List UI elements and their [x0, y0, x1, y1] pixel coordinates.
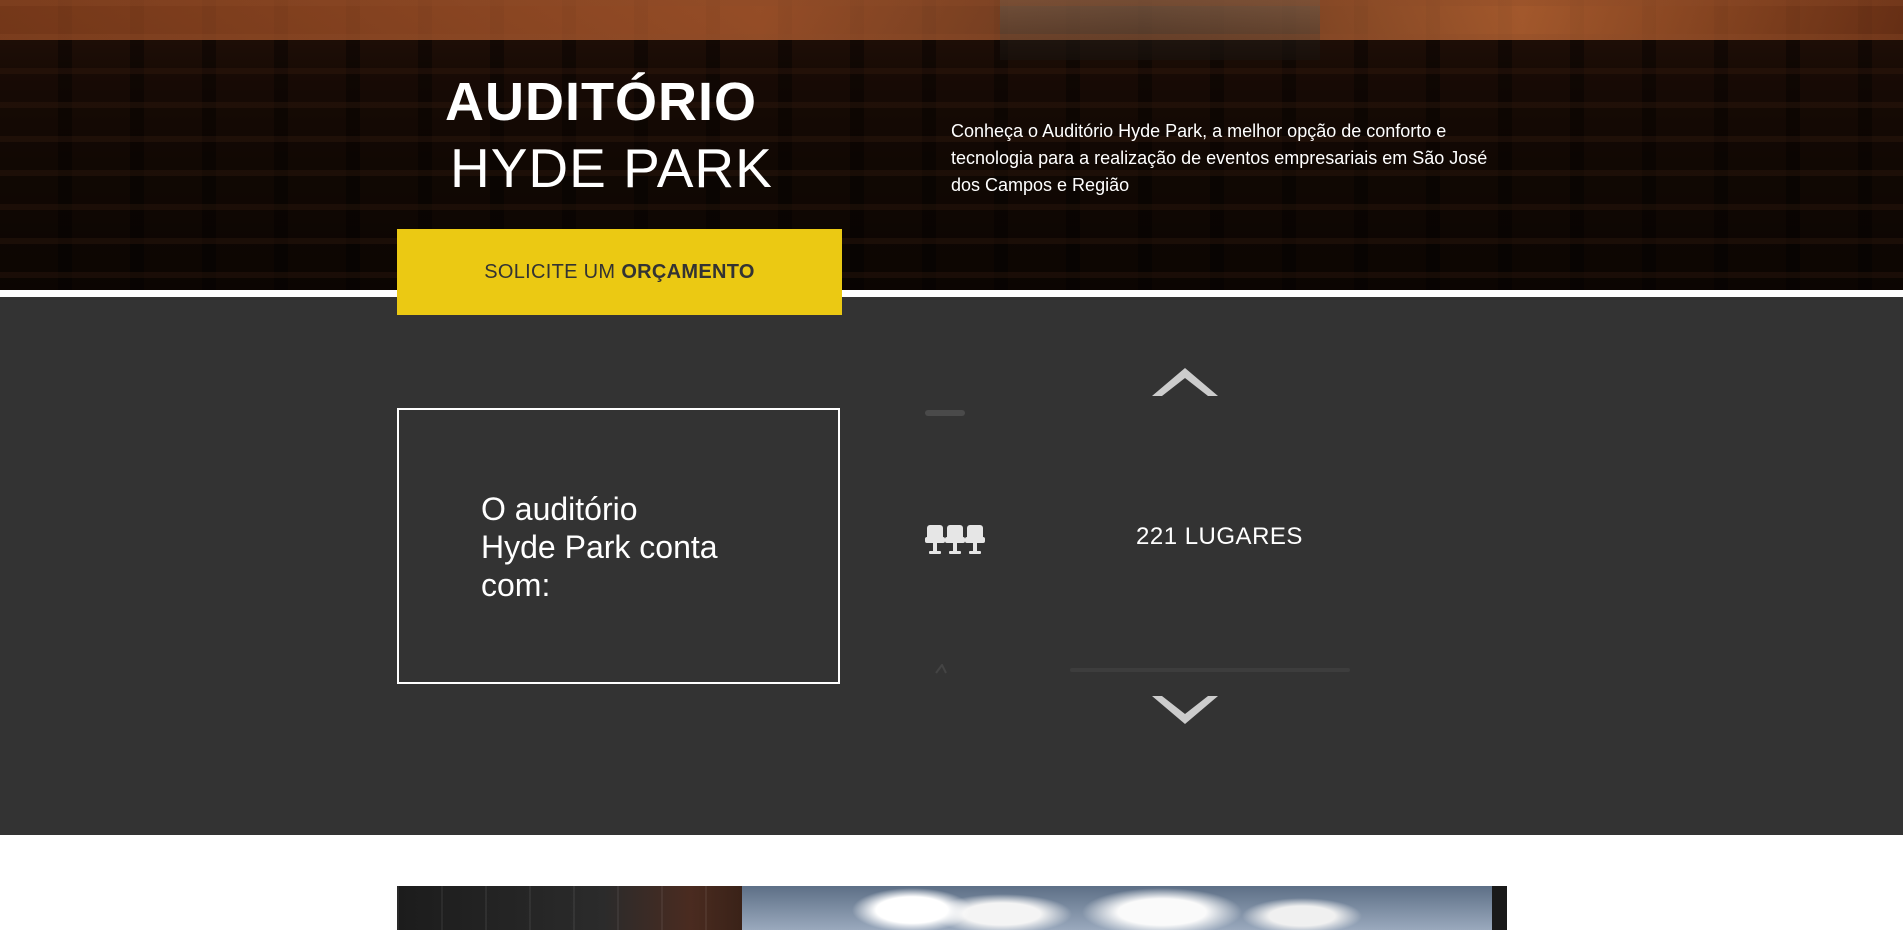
carousel-down-arrow-icon[interactable]: [1150, 694, 1220, 728]
photo-edge: [1492, 886, 1507, 930]
building-photo: [397, 886, 1507, 930]
request-quote-label-regular: SOLICITE UM: [484, 260, 616, 283]
carousel-up-arrow-icon[interactable]: [1150, 364, 1220, 398]
hero-banner: AUDITÓRIO HYDE PARK Conheça o Auditório …: [0, 0, 1903, 290]
request-quote-button[interactable]: SOLICITE UM ORÇAMENTO: [397, 229, 842, 315]
seats-icon: [925, 525, 985, 554]
features-heading: O auditório Hyde Park conta com:: [481, 491, 718, 603]
hero-title-light: HYDE PARK: [450, 137, 773, 199]
hero-intro-text: Conheça o Auditório Hyde Park, a melhor …: [951, 121, 1488, 195]
request-quote-label-bold: ORÇAMENTO: [621, 260, 755, 283]
sky-clouds: [742, 886, 1492, 930]
feature-item-label: 221 LUGARES: [1136, 523, 1303, 550]
building-facade: [397, 886, 742, 930]
next-item-faded: [935, 664, 1350, 674]
features-heading-box: O auditório Hyde Park conta com:: [397, 408, 840, 684]
hero-title-bold: AUDITÓRIO: [445, 72, 757, 132]
section-divider: [0, 290, 1903, 297]
features-section: [0, 297, 1903, 835]
previous-item-faded: [925, 410, 965, 416]
